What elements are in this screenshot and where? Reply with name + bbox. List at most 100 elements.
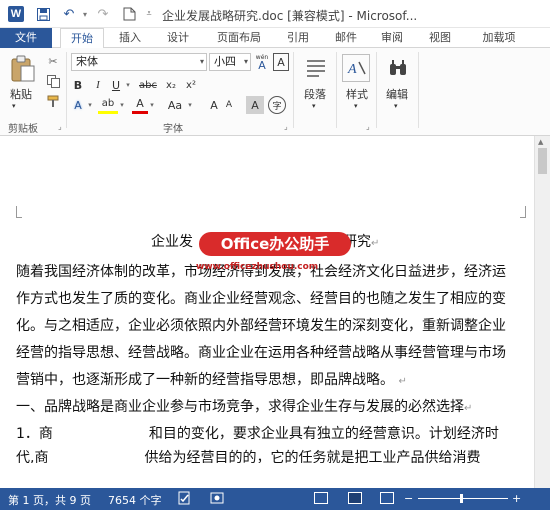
proofing-icon[interactable] bbox=[178, 491, 192, 508]
bold-button[interactable]: B bbox=[70, 76, 86, 94]
char-border-button[interactable]: A bbox=[273, 53, 289, 71]
tab-page-layout[interactable]: 页面布局 bbox=[208, 28, 270, 48]
tab-references[interactable]: 引用 bbox=[278, 28, 318, 48]
page-corner-mark bbox=[16, 206, 22, 218]
char-shading-button[interactable]: A bbox=[246, 96, 264, 114]
print-layout-icon[interactable] bbox=[348, 492, 362, 504]
doc-line-4: 经营的指导思想、经营战略。商业企业在运用各种经营战略从事经营管理与市场 bbox=[16, 345, 506, 361]
font-size-dropdown-icon[interactable]: ▾ bbox=[244, 54, 248, 70]
web-layout-icon[interactable] bbox=[380, 492, 394, 504]
format-painter-icon[interactable] bbox=[44, 92, 62, 110]
editing-dropdown-icon[interactable]: ▾ bbox=[394, 102, 398, 110]
scroll-up-icon[interactable]: ▲ bbox=[538, 138, 543, 146]
grow-font-button[interactable]: A bbox=[206, 96, 222, 114]
word-window: W ↶ ▾ ↷ ⩡ 企业发展战略研究.doc [兼容模式] - Microsof… bbox=[0, 0, 550, 510]
enclose-char-button[interactable]: 字 bbox=[268, 96, 286, 114]
text-effects-button[interactable]: A bbox=[70, 96, 86, 114]
subscript-button[interactable]: x₂ bbox=[162, 76, 180, 94]
tab-file[interactable]: 文件 bbox=[0, 28, 52, 48]
tab-home[interactable]: 开始 bbox=[60, 28, 104, 49]
page-count[interactable]: 第 1 页，共 9 页 bbox=[8, 492, 91, 508]
editing-label[interactable]: 编辑 bbox=[386, 86, 408, 102]
group-divider bbox=[418, 52, 419, 128]
styles-icon[interactable]: A bbox=[342, 54, 370, 82]
tab-mailings[interactable]: 邮件 bbox=[326, 28, 366, 48]
styles-launcher-icon[interactable]: ⌟ bbox=[366, 122, 370, 131]
shrink-font-button[interactable]: A bbox=[222, 96, 236, 114]
paragraph-mark: ↵ bbox=[371, 238, 380, 249]
customize-qat-icon[interactable]: ⩡ bbox=[140, 5, 158, 23]
word-logo-icon: W bbox=[8, 6, 24, 22]
new-doc-icon[interactable] bbox=[120, 5, 138, 23]
group-divider bbox=[66, 52, 67, 128]
paste-icon[interactable] bbox=[8, 54, 38, 84]
font-group-label: 字体 bbox=[163, 124, 183, 135]
group-divider bbox=[376, 52, 377, 128]
ribbon-home: 粘贴 ▾ ✂ 剪贴板 ⌟ 宋体 ▾ 小四 ▾ wén A A B I U ▾ a… bbox=[0, 48, 550, 136]
scrollbar-thumb[interactable] bbox=[538, 148, 547, 174]
text-effects-dropdown-icon[interactable]: ▾ bbox=[86, 96, 94, 114]
tab-view[interactable]: 视图 bbox=[420, 28, 460, 48]
status-bar: 第 1 页，共 9 页 7654 个字 − + bbox=[0, 488, 550, 510]
macro-record-icon[interactable] bbox=[210, 491, 224, 508]
doc-line-8-left: 代,商 bbox=[16, 450, 49, 463]
doc-line-5-text: 营销中，也逐渐形成了一种新的经营指导思想，即品牌战略。 bbox=[16, 372, 394, 388]
watermark-url: www.officezhushou.com bbox=[196, 262, 319, 272]
clipboard-launcher-icon[interactable]: ⌟ bbox=[58, 122, 62, 131]
clipboard-group-label: 剪贴板 bbox=[8, 124, 38, 135]
change-case-button[interactable]: Aa bbox=[164, 96, 186, 114]
strikethrough-button[interactable]: abc bbox=[136, 76, 160, 94]
watermark-badge: Office办公助手 bbox=[199, 232, 351, 256]
zoom-slider[interactable] bbox=[418, 498, 508, 499]
doc-line-8: 代,商 供给为经营目的的，它的任务就是把工业产品供给消费 bbox=[16, 447, 480, 463]
cut-icon[interactable]: ✂ bbox=[44, 52, 62, 70]
font-name-dropdown-icon[interactable]: ▾ bbox=[200, 54, 204, 70]
tab-review[interactable]: 审阅 bbox=[372, 28, 412, 48]
find-icon[interactable] bbox=[384, 54, 412, 82]
svg-text:A: A bbox=[347, 62, 357, 77]
superscript-button[interactable]: x² bbox=[182, 76, 200, 94]
redo-icon[interactable]: ↷ bbox=[94, 5, 112, 23]
doc-line-8-right: 供给为经营目的的，它的任务就是把工业产品供给消费 bbox=[144, 450, 481, 463]
styles-label[interactable]: 样式 bbox=[346, 86, 368, 102]
undo-dropdown-icon[interactable]: ▾ bbox=[76, 5, 94, 23]
paragraph-mark: ↵ bbox=[398, 376, 407, 387]
styles-dropdown-icon[interactable]: ▾ bbox=[354, 102, 358, 110]
tab-insert[interactable]: 插入 bbox=[110, 28, 150, 48]
paste-label[interactable]: 粘贴 bbox=[10, 86, 32, 102]
underline-dropdown-icon[interactable]: ▾ bbox=[124, 76, 132, 94]
zoom-slider-thumb[interactable] bbox=[460, 494, 463, 503]
title-bar: W ↶ ▾ ↷ ⩡ 企业发展战略研究.doc [兼容模式] - Microsof… bbox=[0, 0, 550, 28]
italic-button[interactable]: I bbox=[90, 76, 106, 94]
ruler-area bbox=[0, 136, 550, 150]
font-launcher-icon[interactable]: ⌟ bbox=[284, 122, 288, 131]
read-mode-icon[interactable] bbox=[314, 492, 328, 504]
highlight-dropdown-icon[interactable]: ▾ bbox=[118, 96, 126, 114]
ribbon-tabs: 文件 开始 插入 设计 页面布局 引用 邮件 审阅 视图 加载项 bbox=[0, 28, 550, 49]
paragraph-label[interactable]: 段落 bbox=[304, 86, 326, 102]
font-color-button[interactable]: A bbox=[132, 96, 148, 114]
zoom-out-icon[interactable]: − bbox=[404, 492, 413, 505]
paragraph-dropdown-icon[interactable]: ▾ bbox=[312, 102, 316, 110]
vertical-scrollbar[interactable]: ▲ bbox=[534, 136, 550, 488]
underline-button[interactable]: U bbox=[108, 76, 124, 94]
copy-icon[interactable] bbox=[44, 72, 62, 90]
font-name-combo[interactable]: 宋体 ▾ bbox=[71, 53, 207, 71]
phonetic-guide-button[interactable]: wén A bbox=[255, 53, 269, 71]
zoom-in-icon[interactable]: + bbox=[512, 492, 521, 505]
change-case-dropdown-icon[interactable]: ▾ bbox=[186, 96, 194, 114]
word-count[interactable]: 7654 个字 bbox=[108, 492, 162, 508]
font-size-combo[interactable]: 小四 ▾ bbox=[209, 53, 251, 71]
doc-heading-left: 企业发 bbox=[151, 234, 193, 250]
document-bottom-band bbox=[0, 470, 550, 488]
doc-line-7-right: 和目的变化，要求企业具有独立的经营意识。计划经济时 bbox=[148, 426, 499, 442]
tab-design[interactable]: 设计 bbox=[158, 28, 198, 48]
font-size-value: 小四 bbox=[214, 55, 236, 68]
save-icon[interactable] bbox=[34, 5, 52, 23]
doc-line-7-left: 1．商 bbox=[16, 426, 53, 442]
highlight-button[interactable]: ab bbox=[98, 96, 118, 114]
font-color-dropdown-icon[interactable]: ▾ bbox=[148, 96, 156, 114]
paragraph-icon[interactable] bbox=[302, 54, 330, 82]
paste-dropdown-icon[interactable]: ▾ bbox=[12, 102, 16, 110]
tab-addins[interactable]: 加载项 bbox=[472, 28, 526, 48]
